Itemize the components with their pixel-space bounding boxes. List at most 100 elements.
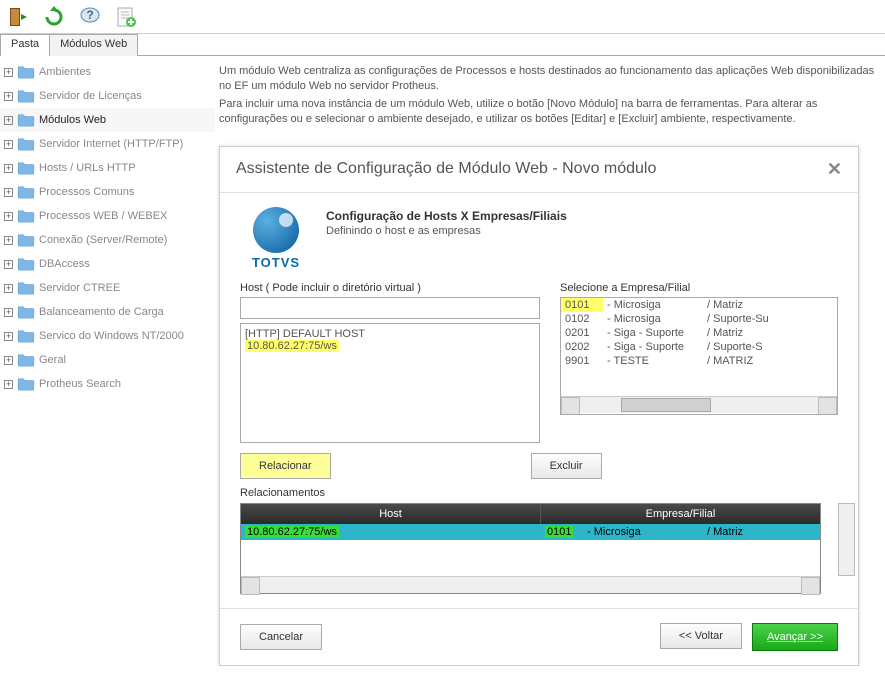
tree-item-label: Processos WEB / WEBEX bbox=[39, 210, 167, 222]
expand-icon[interactable]: + bbox=[4, 212, 13, 221]
wizard-dialog: Assistente de Configuração de Módulo Web… bbox=[219, 146, 859, 666]
company-code: 9901 bbox=[561, 354, 603, 368]
wizard-header: Assistente de Configuração de Módulo Web… bbox=[220, 147, 858, 193]
company-code: 0102 bbox=[561, 312, 603, 326]
help-icon[interactable]: ? bbox=[78, 5, 102, 29]
company-scroll-horizontal[interactable] bbox=[561, 396, 837, 413]
tree-item[interactable]: + Servidor CTREE bbox=[0, 276, 215, 300]
company-row[interactable]: 9901- TESTE/ MATRIZ bbox=[561, 354, 837, 368]
tree-item-label: DBAccess bbox=[39, 258, 90, 270]
tab-pasta[interactable]: Pasta bbox=[0, 34, 50, 56]
tree-item-label: Servidor CTREE bbox=[39, 282, 120, 294]
expand-icon[interactable]: + bbox=[4, 188, 13, 197]
tab-modulos-web[interactable]: Módulos Web bbox=[49, 34, 138, 56]
host-list[interactable]: [HTTP] DEFAULT HOST 10.80.62.27:75/ws bbox=[240, 323, 540, 443]
rel-col-host: Host bbox=[241, 504, 541, 524]
company-row[interactable]: 0102- Microsiga/ Suporte-Su bbox=[561, 312, 837, 326]
company-name: - Siga - Suporte bbox=[603, 340, 703, 354]
next-button[interactable]: Avançar >> bbox=[752, 623, 838, 651]
tree-item-label: Protheus Search bbox=[39, 378, 121, 390]
company-name: - TESTE bbox=[603, 354, 703, 368]
rel-table-header: Host Empresa/Filial bbox=[241, 504, 820, 524]
rel-scroll-horizontal[interactable] bbox=[241, 576, 820, 593]
wizard-heading: Configuração de Hosts X Empresas/Filiais bbox=[326, 209, 567, 223]
intro-text: Um módulo Web centraliza as configuraçõe… bbox=[219, 64, 885, 128]
host-list-item-default[interactable]: [HTTP] DEFAULT HOST bbox=[245, 328, 535, 340]
svg-text:?: ? bbox=[86, 8, 93, 22]
wizard-footer: Cancelar << Voltar Avançar >> bbox=[220, 608, 858, 665]
expand-icon[interactable]: + bbox=[4, 92, 13, 101]
relacionamentos-label: Relacionamentos bbox=[240, 487, 838, 499]
company-type: / Matriz bbox=[703, 326, 793, 340]
host-label: Host ( Pode incluir o diretório virtual … bbox=[240, 282, 540, 294]
new-module-icon[interactable] bbox=[114, 5, 138, 29]
tree-item[interactable]: +Conexão (Server/Remote) bbox=[0, 228, 215, 252]
tree-item[interactable]: +Módulos Web bbox=[0, 108, 215, 132]
expand-icon[interactable]: + bbox=[4, 332, 13, 341]
cancel-button[interactable]: Cancelar bbox=[240, 624, 322, 650]
company-name: - Microsiga bbox=[603, 312, 703, 326]
tree-item-label: Ambientes bbox=[39, 66, 91, 78]
rel-col-empresa: Empresa/Filial bbox=[541, 504, 820, 524]
expand-icon[interactable]: + bbox=[4, 236, 13, 245]
relacionar-button[interactable]: Relacionar bbox=[240, 453, 331, 479]
tree-item[interactable]: + Ambientes bbox=[0, 60, 215, 84]
expand-icon[interactable]: + bbox=[4, 284, 13, 293]
relacionamentos-table: Host Empresa/Filial 10.80.62.27:75/ws 01… bbox=[240, 503, 821, 594]
tree-item-label: Servidor de Licenças bbox=[39, 90, 142, 102]
totvs-logo: TOTVS bbox=[240, 203, 312, 270]
expand-icon[interactable]: + bbox=[4, 308, 13, 317]
tree-item[interactable]: + Processos WEB / WEBEX bbox=[0, 204, 215, 228]
rel-table-row[interactable]: 10.80.62.27:75/ws 0101 - Microsiga / Mat… bbox=[241, 524, 820, 540]
company-type: / MATRIZ bbox=[703, 354, 793, 368]
company-type: / Matriz bbox=[703, 298, 793, 312]
host-list-item-ip[interactable]: 10.80.62.27:75/ws bbox=[245, 340, 339, 352]
rel-row-host: 10.80.62.27:75/ws bbox=[245, 526, 339, 538]
refresh-icon[interactable] bbox=[42, 5, 66, 29]
rel-row-name: - Microsiga bbox=[583, 524, 703, 540]
tree-item[interactable]: + Protheus Search bbox=[0, 372, 215, 396]
tree-item[interactable]: + Servidor Internet (HTTP/FTP) bbox=[0, 132, 215, 156]
close-icon[interactable]: ✕ bbox=[827, 159, 842, 180]
expand-icon[interactable]: + bbox=[4, 380, 13, 389]
expand-icon[interactable]: + bbox=[4, 260, 13, 269]
tree-item[interactable]: + Processos Comuns bbox=[0, 180, 215, 204]
company-row[interactable]: 0101- Microsiga/ Matriz bbox=[561, 298, 837, 312]
company-type: / Suporte-S bbox=[703, 340, 793, 354]
back-button[interactable]: << Voltar bbox=[660, 623, 742, 649]
rel-row-type: / Matriz bbox=[703, 524, 820, 540]
host-input[interactable] bbox=[240, 297, 540, 319]
wizard-title: Assistente de Configuração de Módulo Web… bbox=[236, 160, 656, 178]
tree-item[interactable]: + Servidor de Licenças bbox=[0, 84, 215, 108]
expand-icon[interactable]: + bbox=[4, 356, 13, 365]
excluir-button[interactable]: Excluir bbox=[531, 453, 602, 479]
tree-item-label: Hosts / URLs HTTP bbox=[39, 162, 136, 174]
tree-item[interactable]: + Hosts / URLs HTTP bbox=[0, 156, 215, 180]
intro-paragraph-1: Um módulo Web centraliza as configuraçõe… bbox=[219, 64, 885, 95]
exit-icon[interactable] bbox=[6, 5, 30, 29]
tab-bar: Pasta Módulos Web bbox=[0, 34, 885, 56]
company-name: - Microsiga bbox=[603, 298, 703, 312]
tree-item-label: Servidor Internet (HTTP/FTP) bbox=[39, 138, 183, 150]
tree-item[interactable]: + Servico do Windows NT/2000 bbox=[0, 324, 215, 348]
expand-icon[interactable]: + bbox=[4, 164, 13, 173]
company-type: / Suporte-Su bbox=[703, 312, 793, 326]
tree-item-label: Processos Comuns bbox=[39, 186, 134, 198]
company-row[interactable]: 0201- Siga - Suporte/ Matriz bbox=[561, 326, 837, 340]
tree-item-label: Geral bbox=[39, 354, 66, 366]
company-code: 0101 bbox=[561, 298, 603, 312]
expand-icon[interactable]: + bbox=[4, 140, 13, 149]
company-row[interactable]: 0202- Siga - Suporte/ Suporte-S bbox=[561, 340, 837, 354]
tree-item[interactable]: +Balanceamento de Carga bbox=[0, 300, 215, 324]
company-label: Selecione a Empresa/Filial bbox=[560, 282, 838, 294]
expand-icon[interactable]: + bbox=[4, 116, 13, 125]
tree-item[interactable]: + DBAccess bbox=[0, 252, 215, 276]
company-list[interactable]: 0101- Microsiga/ Matriz0102- Microsiga/ … bbox=[560, 297, 838, 415]
tree-item[interactable]: + Geral bbox=[0, 348, 215, 372]
intro-paragraph-2: Para incluir uma nova instância de um mó… bbox=[219, 97, 885, 128]
rel-scroll-vertical[interactable] bbox=[838, 503, 855, 576]
expand-icon[interactable]: + bbox=[4, 68, 13, 77]
wizard-subheading: Definindo o host e as empresas bbox=[326, 225, 567, 237]
tree-item-label: Servico do Windows NT/2000 bbox=[39, 330, 184, 342]
company-name: - Siga - Suporte bbox=[603, 326, 703, 340]
